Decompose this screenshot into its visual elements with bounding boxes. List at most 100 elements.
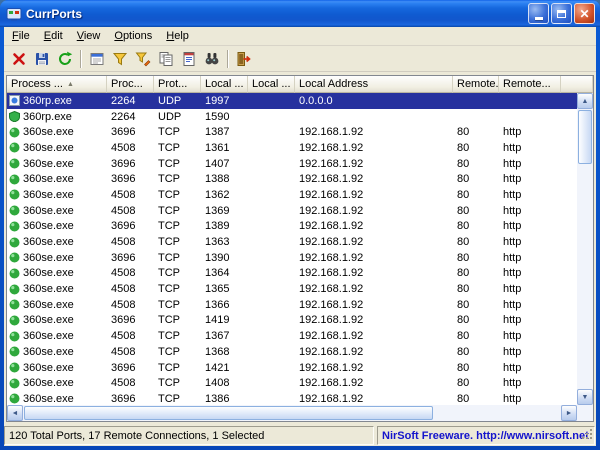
column-header-7[interactable]: Remote... [499,76,561,93]
process-icon [9,315,20,326]
column-header-label: Remote... [503,78,551,90]
table-row[interactable]: 360se.exe3696TCP1387192.168.1.9280http [7,124,577,140]
status-branding: NirSoft Freeware. http://www.nirsoft.net [377,426,595,445]
menu-options[interactable]: Options [107,28,159,45]
close-connection-button[interactable] [7,48,30,70]
cell: 3696 [107,158,154,170]
column-header-0[interactable]: Process ...▲ [7,76,107,93]
column-header-1[interactable]: Proc... [107,76,154,93]
nirsoft-link[interactable]: NirSoft Freeware. http://www.nirsoft.net [382,430,589,442]
table-row[interactable]: 360rp.exe2264UDP1590 [7,109,577,125]
table-row[interactable]: 360se.exe3696TCP1389192.168.1.9280http [7,219,577,235]
column-header-filler [561,76,593,93]
column-header-3[interactable]: Local ... [201,76,248,93]
cell: 192.168.1.92 [295,173,453,185]
find-button[interactable] [200,48,223,70]
cell: 4508 [107,189,154,201]
column-header-5[interactable]: Local Address [295,76,453,93]
filter-button[interactable] [108,48,131,70]
column-header-6[interactable]: Remote... [453,76,499,93]
menu-view[interactable]: View [70,28,108,45]
vertical-scroll-track[interactable] [577,109,593,389]
table-row[interactable]: 360se.exe3696TCP1390192.168.1.9280http [7,250,577,266]
table-row[interactable]: 360se.exe4508TCP1367192.168.1.9280http [7,328,577,344]
advanced-filter-button[interactable] [131,48,154,70]
table-row[interactable]: 360se.exe4508TCP1366192.168.1.9280http [7,297,577,313]
cell: 192.168.1.92 [295,330,453,342]
report-button[interactable] [177,48,200,70]
minimize-button[interactable] [528,3,549,24]
close-button[interactable]: ✕ [574,3,595,24]
column-header-2[interactable]: Prot... [154,76,201,93]
save-button[interactable] [30,48,53,70]
table-row[interactable]: 360se.exe4508TCP1363192.168.1.9280http [7,234,577,250]
column-header-label: Prot... [158,78,187,90]
column-header-label: Remote... [457,78,499,90]
process-icon [9,205,20,216]
cell: 80 [453,142,499,154]
table-row[interactable]: 360se.exe4508TCP1408192.168.1.9280http [7,375,577,391]
cell: 80 [453,314,499,326]
cell-process-name: 360se.exe [7,220,107,232]
cell: 3696 [107,126,154,138]
menu-help[interactable]: Help [159,28,196,45]
scroll-left-button[interactable]: ◄ [7,405,23,421]
menu-edit[interactable]: Edit [37,28,70,45]
cell: http [499,267,561,279]
table-row[interactable]: 360se.exe4508TCP1368192.168.1.9280http [7,344,577,360]
table-row[interactable]: 360se.exe3696TCP1419192.168.1.9280http [7,313,577,329]
copy-button[interactable] [154,48,177,70]
cell: 80 [453,252,499,264]
scroll-right-button[interactable]: ► [561,405,577,421]
table-row[interactable]: 360se.exe3696TCP1421192.168.1.9280http [7,360,577,376]
cell: 1362 [201,189,248,201]
table-row[interactable]: 360se.exe4508TCP1362192.168.1.9280http [7,187,577,203]
cell: http [499,252,561,264]
scroll-down-button[interactable]: ▼ [577,389,593,405]
table-row[interactable]: 360se.exe4508TCP1365192.168.1.9280http [7,281,577,297]
table-row[interactable]: 360se.exe4508TCP1369192.168.1.9280http [7,203,577,219]
cell: 1421 [201,362,248,374]
cell-process-name: 360se.exe [7,267,107,279]
cell: 192.168.1.92 [295,126,453,138]
horizontal-scroll-track[interactable] [23,405,561,421]
cell: 192.168.1.92 [295,252,453,264]
cell: 1366 [201,299,248,311]
resize-grip-icon[interactable] [581,428,593,443]
table-row[interactable]: 360se.exe3696TCP1388192.168.1.9280http [7,171,577,187]
column-header-4[interactable]: Local ... [248,76,295,93]
cell-process-name: 360rp.exe [7,95,107,107]
cell: 1369 [201,205,248,217]
cell: 3696 [107,393,154,405]
horizontal-scroll-thumb[interactable] [24,406,433,420]
cell: http [499,189,561,201]
properties-button[interactable] [85,48,108,70]
cell: TCP [154,236,201,248]
cell: 4508 [107,283,154,295]
table-row[interactable]: 360se.exe3696TCP1386192.168.1.9280http [7,391,577,405]
cell: 192.168.1.92 [295,393,453,405]
cell: TCP [154,314,201,326]
vertical-scroll-thumb[interactable] [578,110,592,164]
refresh-button[interactable] [53,48,76,70]
maximize-button[interactable] [551,3,572,24]
menu-file[interactable]: File [5,28,37,45]
table-row[interactable]: 360se.exe4508TCP1361192.168.1.9280http [7,140,577,156]
process-icon [9,111,20,122]
process-icon [9,268,20,279]
cell-process-name: 360se.exe [7,189,107,201]
process-icon [9,346,20,357]
cell: 80 [453,267,499,279]
process-icon [9,299,20,310]
scroll-up-button[interactable]: ▲ [577,93,593,109]
cell: http [499,205,561,217]
vertical-scrollbar[interactable]: ▲ ▼ [577,93,593,405]
horizontal-scrollbar[interactable]: ◄ ► [7,405,577,421]
cell: 192.168.1.92 [295,314,453,326]
table-row[interactable]: 360se.exe4508TCP1364192.168.1.9280http [7,266,577,282]
table-row[interactable]: 360rp.exe2264UDP19970.0.0.0 [7,93,577,109]
title-bar[interactable]: CurrPorts ✕ [0,0,600,27]
table-row[interactable]: 360se.exe3696TCP1407192.168.1.9280http [7,156,577,172]
exit-button[interactable] [232,48,255,70]
cell: 4508 [107,142,154,154]
